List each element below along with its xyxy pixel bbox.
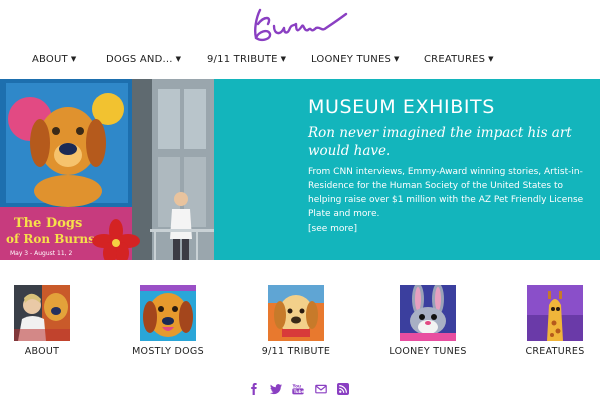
- category-label: ABOUT: [24, 346, 60, 357]
- svg-text:Tube: Tube: [294, 389, 304, 394]
- category-mostly-dogs[interactable]: MOSTLY DOGS: [124, 285, 212, 357]
- caret-down-icon: ▼: [175, 55, 182, 63]
- hero-subtitle: Ron never imagined the impact his art wo…: [308, 125, 572, 159]
- nav-label: LOONEY TUNES: [311, 54, 392, 65]
- category-label: LOONEY TUNES: [389, 346, 467, 357]
- nav-item-creatures[interactable]: CREATURES ▼: [424, 54, 494, 65]
- category-label: 9/11 TRIBUTE: [261, 346, 331, 357]
- hero-title: MUSEUM EXHIBITS: [308, 96, 495, 118]
- twitter-icon[interactable]: [269, 382, 283, 396]
- burns-signature-logo: [254, 8, 348, 42]
- caret-down-icon: ▼: [488, 55, 494, 63]
- mostly-dogs-thumbnail[interactable]: [140, 285, 196, 341]
- rss-icon[interactable]: [336, 382, 350, 396]
- main-nav: ABOUT ▼ DOGS AND... ▼ 9/11 TRIBUTE ▼ LOONEY…: [0, 50, 600, 72]
- nav-label: ABOUT: [32, 54, 68, 65]
- caret-down-icon: ▼: [70, 55, 77, 63]
- nav-item-dogs[interactable]: DOGS AND... ▼: [106, 54, 181, 65]
- category-looney-tunes[interactable]: LOONEY TUNES: [386, 285, 470, 357]
- caret-down-icon: ▼: [394, 55, 400, 63]
- facebook-icon[interactable]: [247, 382, 261, 396]
- hero-photo: The Dogs of Ron Burns May 3 - August 11,…: [0, 79, 214, 260]
- nav-item-tribute[interactable]: 9/11 TRIBUTE ▼: [207, 54, 286, 65]
- category-label: MOSTLY DOGS: [132, 346, 204, 357]
- nav-label: DOGS AND...: [106, 54, 173, 65]
- category-creatures[interactable]: CREATURES: [520, 285, 590, 357]
- about-thumbnail[interactable]: [14, 285, 70, 341]
- see-more-link[interactable]: [see more]: [308, 224, 357, 234]
- hero-body-text: From CNN interviews, Emmy-Award winning …: [308, 167, 584, 219]
- svg-text:May 3 - August 11, 2: May 3 - August 11, 2: [10, 250, 72, 257]
- banner-text: The Dogs: [14, 216, 82, 231]
- nav-item-about[interactable]: ABOUT ▼: [32, 54, 76, 65]
- youtube-icon[interactable]: You Tube: [291, 382, 305, 396]
- nav-label: CREATURES: [424, 54, 486, 65]
- site-logo[interactable]: [246, 4, 350, 44]
- svg-text:You: You: [292, 384, 301, 389]
- looney-tunes-thumbnail[interactable]: [400, 285, 456, 341]
- category-label: CREATURES: [525, 346, 585, 357]
- nav-label: 9/11 TRIBUTE: [207, 54, 278, 65]
- category-911-tribute[interactable]: 9/11 TRIBUTE: [256, 285, 336, 357]
- nav-item-looney-tunes[interactable]: LOONEY TUNES ▼: [311, 54, 400, 65]
- creatures-thumbnail[interactable]: [527, 285, 583, 341]
- caret-down-icon: ▼: [280, 55, 287, 63]
- tribute-thumbnail[interactable]: [268, 285, 324, 341]
- email-icon[interactable]: [314, 382, 328, 396]
- category-about[interactable]: ABOUT: [6, 285, 78, 357]
- svg-text:of Ron Burns: of Ron Burns: [6, 232, 95, 246]
